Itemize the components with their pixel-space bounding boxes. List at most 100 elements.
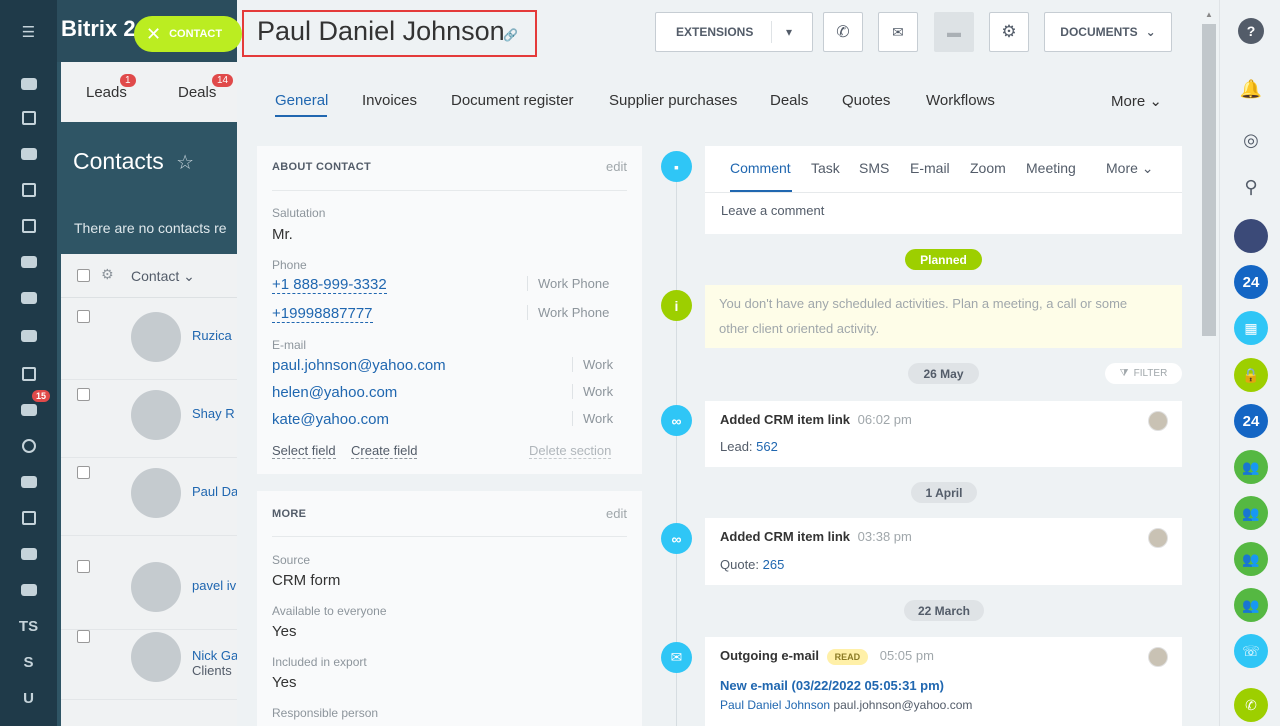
bg-tab-leads[interactable]: Leads 1 bbox=[86, 74, 136, 101]
chat-button[interactable]: ▬ bbox=[934, 12, 974, 52]
tab-supplier-purchases[interactable]: Supplier purchases bbox=[609, 92, 737, 109]
panel-scrollbar[interactable]: ▲ bbox=[1200, 10, 1216, 726]
tab-workflows[interactable]: Workflows bbox=[926, 92, 995, 109]
gear-icon[interactable]: ⚙ bbox=[101, 266, 114, 283]
contact-name-link[interactable]: Paul Da bbox=[192, 484, 238, 499]
caret-down-icon[interactable]: ▾ bbox=[786, 25, 792, 39]
editor-more-button[interactable]: More ⌄ bbox=[1106, 160, 1154, 177]
editor-tab-email[interactable]: E-mail bbox=[910, 160, 950, 176]
row-checkbox[interactable] bbox=[77, 388, 90, 401]
sidebar-id-icon[interactable] bbox=[0, 500, 57, 536]
contact-close-button[interactable]: ✕ CONTACT bbox=[134, 16, 242, 52]
search-button[interactable]: ⚲ bbox=[1234, 170, 1268, 204]
edit-link[interactable]: edit bbox=[606, 159, 627, 174]
tabs-more-button[interactable]: More ⌄ bbox=[1111, 92, 1162, 110]
sidebar-target-icon[interactable] bbox=[0, 428, 57, 464]
editor-tab-task[interactable]: Task bbox=[811, 160, 840, 176]
comment-input[interactable]: Leave a comment bbox=[721, 203, 824, 218]
sidebar-chat-icon[interactable] bbox=[0, 136, 57, 172]
sidebar-s[interactable]: S bbox=[0, 644, 57, 680]
sidebar-cart-icon[interactable] bbox=[0, 464, 57, 500]
create-field-link[interactable]: Create field bbox=[351, 443, 418, 459]
avatar[interactable] bbox=[1234, 219, 1268, 253]
table-row[interactable]: Shay R bbox=[61, 380, 237, 458]
sidebar-drive-icon[interactable] bbox=[0, 244, 57, 280]
telephony-button[interactable]: ☏ bbox=[1234, 634, 1268, 668]
group-button-3[interactable]: 👥 bbox=[1234, 542, 1268, 576]
tab-document-register[interactable]: Document register bbox=[451, 92, 574, 109]
tab-general[interactable]: General bbox=[275, 92, 328, 109]
row-checkbox[interactable] bbox=[77, 466, 90, 479]
avatar[interactable] bbox=[1148, 647, 1168, 667]
group-button-1[interactable]: 👥 bbox=[1234, 450, 1268, 484]
editor-tab-meeting[interactable]: Meeting bbox=[1026, 160, 1076, 176]
table-row[interactable]: pavel iv bbox=[61, 552, 237, 630]
table-row[interactable]: Paul Da bbox=[61, 458, 238, 536]
email-from-name[interactable]: Paul Daniel Johnson bbox=[720, 698, 830, 712]
phone-link-1[interactable]: +1 888-999-3332 bbox=[272, 276, 387, 294]
contact-name-link[interactable]: Shay R bbox=[192, 406, 235, 421]
phone-link-2[interactable]: +19998887777 bbox=[272, 305, 373, 323]
filter-button[interactable]: ⧩ FILTER bbox=[1105, 363, 1182, 384]
sidebar-groups-icon[interactable] bbox=[0, 280, 57, 316]
chat-button[interactable]: ◎ bbox=[1234, 123, 1268, 157]
row-checkbox[interactable] bbox=[77, 560, 90, 573]
sidebar-ts[interactable]: TS bbox=[0, 608, 57, 644]
calendar-button[interactable]: ▦ bbox=[1234, 311, 1268, 345]
bitrix24-button[interactable]: 24 bbox=[1234, 265, 1268, 299]
scroll-up-icon[interactable]: ▲ bbox=[1205, 10, 1213, 19]
avatar[interactable] bbox=[1148, 411, 1168, 431]
group-button-4[interactable]: 👥 bbox=[1234, 588, 1268, 622]
link-icon[interactable]: 🔗 bbox=[503, 28, 518, 42]
table-row[interactable]: Nick Ga Clients bbox=[61, 622, 238, 700]
delete-section-link[interactable]: Delete section bbox=[529, 443, 612, 459]
star-icon[interactable]: ☆ bbox=[176, 152, 194, 174]
call-button[interactable]: ✆ bbox=[1234, 688, 1268, 722]
editor-tab-zoom[interactable]: Zoom bbox=[970, 160, 1006, 176]
sidebar-mail-icon[interactable] bbox=[0, 318, 57, 354]
bitrix24-button-2[interactable]: 24 bbox=[1234, 404, 1268, 438]
settings-button[interactable]: ⚙ bbox=[989, 12, 1029, 52]
documents-button[interactable]: DOCUMENTS ⌄ bbox=[1044, 12, 1172, 52]
scrollbar-thumb[interactable] bbox=[1202, 24, 1216, 336]
bg-tab-deals[interactable]: Deals 14 bbox=[178, 74, 234, 101]
row-checkbox[interactable] bbox=[77, 310, 90, 323]
edit-link[interactable]: edit bbox=[606, 506, 627, 521]
row-checkbox[interactable] bbox=[77, 630, 90, 643]
group-button-2[interactable]: 👥 bbox=[1234, 496, 1268, 530]
tab-invoices[interactable]: Invoices bbox=[362, 92, 417, 109]
table-row[interactable]: Ruzica bbox=[61, 302, 237, 380]
email-link-1[interactable]: paul.johnson@yahoo.com bbox=[272, 357, 446, 374]
email-link-3[interactable]: kate@yahoo.com bbox=[272, 411, 389, 428]
email-button[interactable]: ✉ bbox=[878, 12, 918, 52]
select-field-link[interactable]: Select field bbox=[272, 443, 336, 459]
contact-name-link[interactable]: Nick Ga Clients bbox=[192, 648, 238, 678]
sidebar-tasks-icon[interactable] bbox=[0, 100, 57, 136]
help-button[interactable]: ? bbox=[1234, 14, 1268, 48]
tab-deals[interactable]: Deals bbox=[770, 92, 808, 109]
column-header-contact[interactable]: Contact ⌄ bbox=[131, 268, 195, 285]
sidebar-docs-icon[interactable] bbox=[0, 208, 57, 244]
event-body-link[interactable]: 562 bbox=[756, 439, 778, 454]
editor-tab-sms[interactable]: SMS bbox=[859, 160, 889, 176]
extensions-button[interactable]: EXTENSIONS ▾ bbox=[655, 12, 813, 52]
avatar[interactable] bbox=[1148, 528, 1168, 548]
sidebar-stream-icon[interactable] bbox=[0, 66, 57, 102]
tab-quotes[interactable]: Quotes bbox=[842, 92, 890, 109]
email-link-2[interactable]: helen@yahoo.com bbox=[272, 384, 397, 401]
sidebar-u[interactable]: U bbox=[0, 680, 57, 716]
sidebar-crm-icon[interactable]: 15 bbox=[0, 390, 57, 428]
notifications-button[interactable]: 🔔 bbox=[1234, 72, 1268, 106]
contact-name-link[interactable]: Ruzica bbox=[192, 328, 232, 343]
lock-button[interactable]: 🔒 bbox=[1234, 358, 1268, 392]
sidebar-check-icon[interactable] bbox=[0, 356, 57, 392]
event-body-link[interactable]: 265 bbox=[763, 557, 785, 572]
sidebar-box2-icon[interactable] bbox=[0, 572, 57, 608]
email-subject-link[interactable]: New e-mail (03/22/2022 05:05:31 pm) bbox=[720, 678, 944, 693]
contact-name-link[interactable]: pavel iv bbox=[192, 578, 236, 593]
select-all-checkbox[interactable] bbox=[77, 269, 90, 282]
sidebar-box-icon[interactable] bbox=[0, 536, 57, 572]
menu-icon[interactable]: ☰ bbox=[0, 14, 57, 50]
phone-button[interactable]: ✆ bbox=[823, 12, 863, 52]
editor-tab-comment[interactable]: Comment bbox=[730, 160, 791, 176]
